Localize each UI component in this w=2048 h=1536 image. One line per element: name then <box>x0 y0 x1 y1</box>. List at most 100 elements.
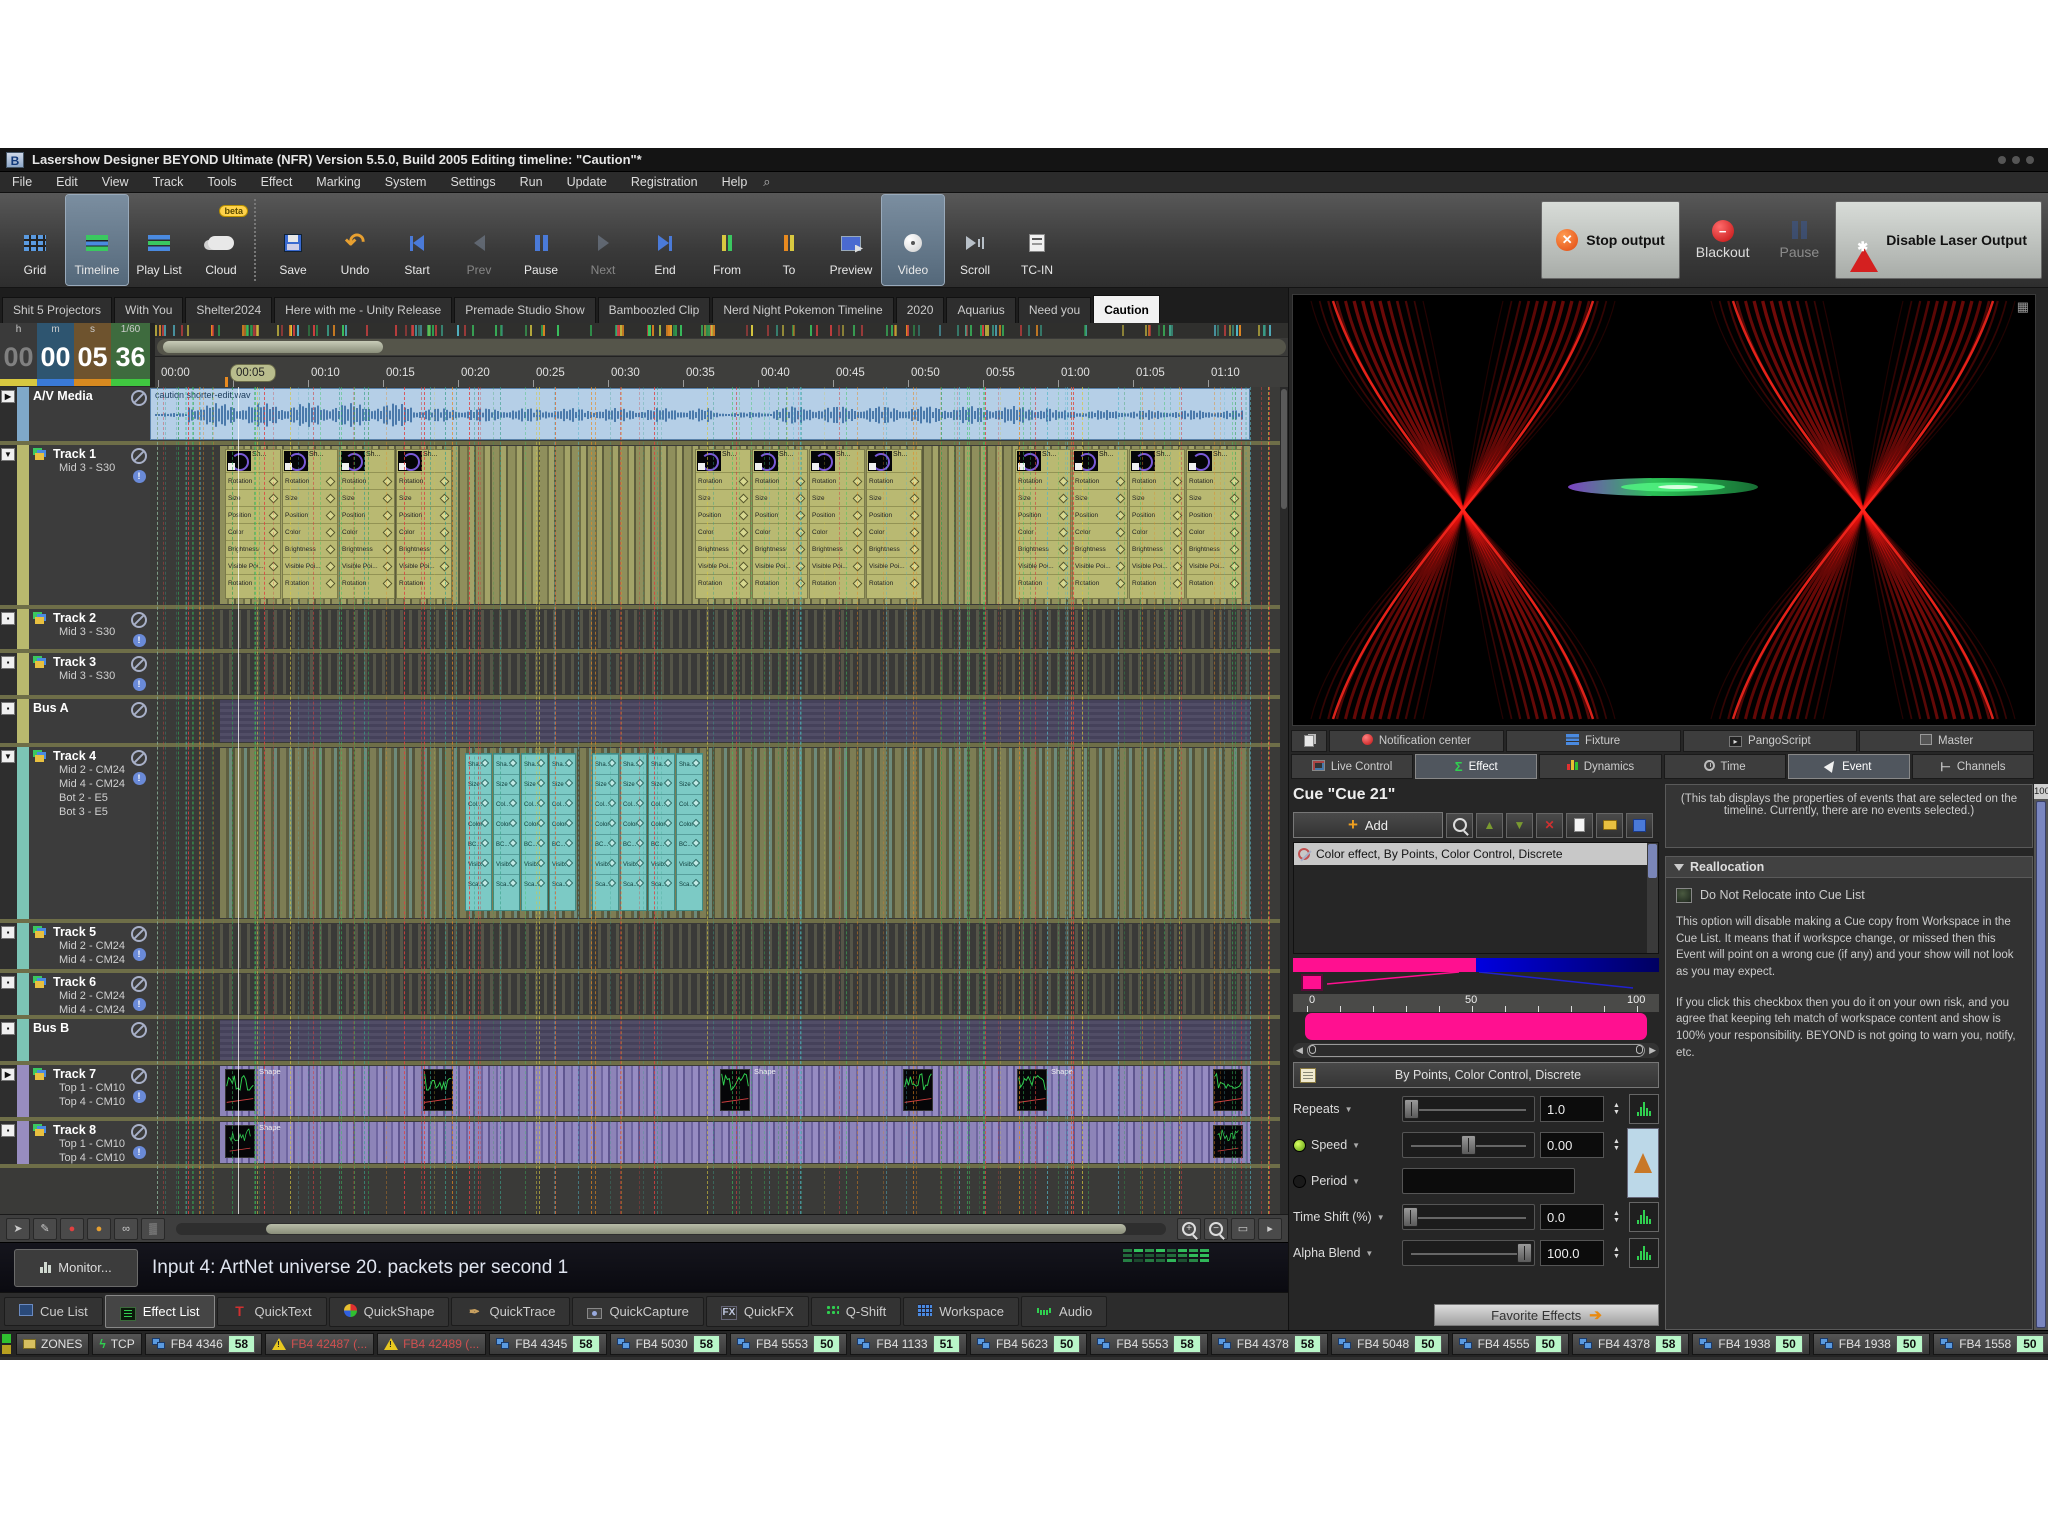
event-row-col[interactable]: Col... <box>677 794 702 814</box>
track-header-track-4[interactable]: ▼Track 4Mid 2 - CM24Mid 4 - CM24Bot 2 - … <box>0 747 150 919</box>
favorite-effects-bar[interactable]: Favorite Effects➔ <box>1434 1304 1659 1326</box>
toolbar-play-list-button[interactable]: Play List <box>128 195 190 285</box>
event-row-position[interactable]: Position <box>867 506 921 523</box>
param-dropdown-icon[interactable]: ▼ <box>1365 1249 1373 1258</box>
event-row-sca[interactable]: Sca... <box>593 874 618 894</box>
event-row-size[interactable]: Size <box>522 774 547 794</box>
toolbar-grid-button[interactable]: Grid <box>4 195 66 285</box>
effect-event-card[interactable]: Sh...RotationSizePositionColorBrightness… <box>1015 449 1071 599</box>
track-disable-icon[interactable] <box>131 448 147 464</box>
gradient-scrollbar[interactable]: ◀ ▶ <box>1293 1043 1659 1058</box>
device-chip-fb4-4378[interactable]: FB4 437858 <box>1211 1333 1328 1355</box>
color-gradient-bar[interactable] <box>1293 958 1659 972</box>
track-disable-icon[interactable] <box>131 976 147 992</box>
event-row-rotation[interactable]: Rotation <box>696 472 750 489</box>
event-row-brightness[interactable]: Brightness <box>397 540 451 557</box>
event-row-rotation[interactable]: Rotation <box>226 472 280 489</box>
track-disable-icon[interactable] <box>131 926 147 942</box>
menu-tools[interactable]: Tools <box>195 175 248 189</box>
menu-settings[interactable]: Settings <box>438 175 507 189</box>
param-spinner[interactable]: ▲▼ <box>1609 1240 1624 1266</box>
bottom-tab-quickshape[interactable]: QuickShape <box>329 1297 450 1327</box>
event-row-color[interactable]: Color <box>1130 523 1184 540</box>
effect-event-card[interactable]: Sha...SizeCol...ColorBC...Visib...Sca... <box>465 753 492 911</box>
event-row-col[interactable]: Col... <box>550 794 575 814</box>
track-header-a-v-media[interactable]: ▶A/V Media <box>0 387 150 441</box>
track-header-track-6[interactable]: ▪Track 6Mid 2 - CM24Mid 4 - CM24! <box>0 973 150 1015</box>
event-row-color[interactable]: Color <box>283 523 337 540</box>
toolbar-prev-button[interactable]: Prev <box>448 195 510 285</box>
event-row-position[interactable]: Position <box>1187 506 1241 523</box>
track-lane-bus-b[interactable] <box>150 1019 1288 1061</box>
device-chip-fb4-1133[interactable]: FB4 113351 <box>850 1333 967 1355</box>
bottom-tab-quicktrace[interactable]: ✒QuickTrace <box>451 1297 570 1326</box>
track-disable-icon[interactable] <box>131 750 147 766</box>
event-row-rotation[interactable]: Rotation <box>1130 574 1184 591</box>
device-chip-fb4-5030[interactable]: FB4 503058 <box>610 1333 727 1355</box>
track-expander-icon[interactable]: ▪ <box>1 1124 15 1137</box>
event-row-bc[interactable]: BC... <box>494 834 519 854</box>
toolbar-scroll-button[interactable]: Scroll <box>944 195 1006 285</box>
toolbar-video-button[interactable]: Video <box>882 195 944 285</box>
bottom-tab-quickfx[interactable]: FXQuickFX <box>706 1296 809 1327</box>
save-event-button[interactable] <box>1626 813 1653 838</box>
event-row-rotation[interactable]: Rotation <box>397 574 451 591</box>
event-row-sha[interactable]: Sha... <box>466 754 491 774</box>
move-down-button[interactable]: ▼ <box>1506 813 1533 838</box>
event-row-sca[interactable]: Sca... <box>466 874 491 894</box>
timeline-tab-caution[interactable]: Caution <box>1093 295 1160 323</box>
color-range-bar[interactable] <box>1305 1013 1647 1040</box>
event-row-color[interactable]: Color <box>810 523 864 540</box>
event-row-rotation[interactable]: Rotation <box>867 574 921 591</box>
param-dropdown-icon[interactable]: ▼ <box>1377 1213 1385 1222</box>
event-row-color[interactable]: Color <box>397 523 451 540</box>
timeline-tab-need-you[interactable]: Need you <box>1018 297 1091 323</box>
event-row-size[interactable]: Size <box>494 774 519 794</box>
event-row-sha[interactable]: Sha... <box>621 754 646 774</box>
zones-button[interactable]: ZONES <box>16 1333 89 1355</box>
toolbar-start-button[interactable]: Start <box>386 195 448 285</box>
effect-event-card[interactable]: Sh...RotationSizePositionColorBrightness… <box>809 449 865 599</box>
track-lane-track-6[interactable] <box>150 973 1288 1015</box>
param-slider-repeats[interactable] <box>1402 1096 1535 1122</box>
event-row-brightness[interactable]: Brightness <box>1016 540 1070 557</box>
timeline-horizontal-scrollbar[interactable] <box>157 339 1286 355</box>
param-empty-field-period[interactable] <box>1402 1168 1575 1194</box>
event-row-color[interactable]: Color <box>649 814 674 834</box>
event-row-visible-poi[interactable]: Visible Poi... <box>1073 557 1127 574</box>
track-info-icon[interactable]: ! <box>133 772 146 785</box>
event-row-sha[interactable]: Sha... <box>494 754 519 774</box>
bottom-tab-quickcapture[interactable]: QuickCapture <box>572 1297 703 1326</box>
track-info-icon[interactable]: ! <box>133 470 146 483</box>
effect-event-card[interactable]: Sha...SizeCol...ColorBC...Visib...Sca... <box>592 753 619 911</box>
event-row-color[interactable]: Color <box>550 814 575 834</box>
event-row-size[interactable]: Size <box>810 489 864 506</box>
toolbar-tc-in-button[interactable]: TC-IN <box>1006 195 1068 285</box>
audio-waveform-clip[interactable]: caution shorter-edit.wav <box>150 388 1250 440</box>
event-row-brightness[interactable]: Brightness <box>1187 540 1241 557</box>
draw-button[interactable]: ✎ <box>33 1218 57 1240</box>
event-row-rotation[interactable]: Rotation <box>696 574 750 591</box>
slider-thumb[interactable] <box>1517 1243 1532 1263</box>
panel-tab-fixture[interactable]: Fixture <box>1506 730 1681 752</box>
slider-thumb[interactable] <box>1461 1135 1476 1155</box>
color-swatch[interactable] <box>1301 974 1323 991</box>
track-lane-track-8[interactable]: Shape <box>150 1121 1288 1164</box>
timeline-tab-with-you[interactable]: With You <box>114 297 183 323</box>
param-slider-time-shift[interactable] <box>1402 1204 1535 1230</box>
toolbar-timeline-button[interactable]: Timeline <box>66 195 128 285</box>
track-header-track-7[interactable]: ▶Track 7Top 1 - CM10Top 4 - CM10! <box>0 1065 150 1117</box>
event-row-brightness[interactable]: Brightness <box>1130 540 1184 557</box>
event-row-rotation[interactable]: Rotation <box>1187 472 1241 489</box>
event-row-sca[interactable]: Sca... <box>494 874 519 894</box>
scroll-end-button[interactable]: ▸ <box>1258 1218 1282 1240</box>
event-row-position[interactable]: Position <box>397 506 451 523</box>
menu-help[interactable]: Help <box>710 175 760 189</box>
event-row-brightness[interactable]: Brightness <box>226 540 280 557</box>
delete-event-button[interactable]: ✕ <box>1536 813 1563 838</box>
toolbar-from-button[interactable]: From <box>696 195 758 285</box>
event-row-col[interactable]: Col... <box>649 794 674 814</box>
search-button[interactable] <box>1446 813 1473 838</box>
shape-waveform-clip[interactable] <box>225 1125 255 1158</box>
panel-tab-pangoscript[interactable]: ▸PangoScript <box>1683 730 1858 752</box>
